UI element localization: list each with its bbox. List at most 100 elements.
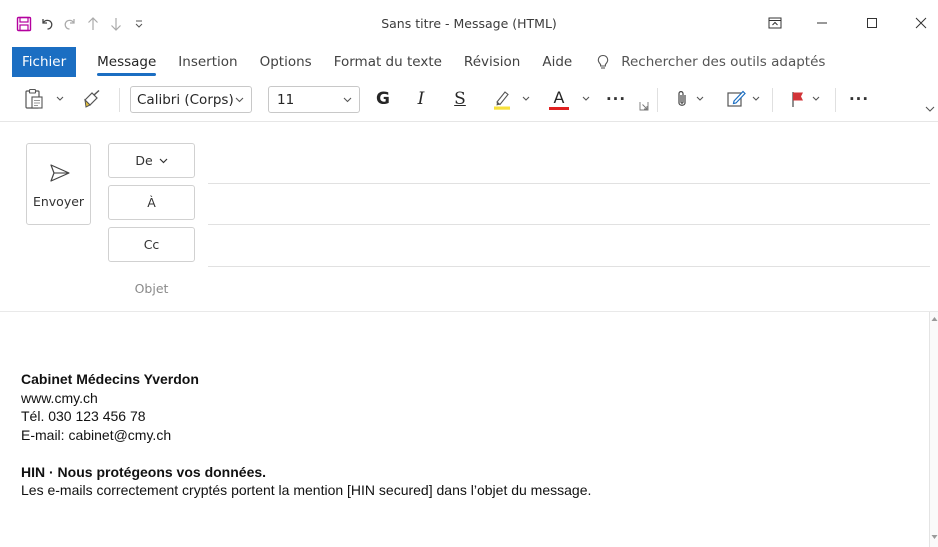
paste-dropdown[interactable] [54, 85, 66, 113]
close-icon [915, 17, 927, 29]
highlighter-icon [494, 91, 510, 110]
previous-item-button[interactable] [81, 12, 104, 36]
save-icon [16, 16, 31, 32]
customize-qat-button[interactable] [127, 12, 150, 36]
font-color-letter: A [553, 87, 565, 107]
minimize-icon [817, 22, 827, 24]
hin-text: Les e-mails correctement cryptés portent… [21, 482, 592, 498]
paperclip-icon [678, 91, 686, 106]
maximize-button[interactable] [849, 8, 895, 38]
subject-label: Objet [134, 281, 169, 296]
chevron-down-icon [696, 96, 704, 101]
tab-options[interactable]: Options [249, 46, 323, 78]
send-label: Envoyer [32, 194, 85, 209]
scroll-up-icon[interactable] [931, 316, 938, 322]
cc-button[interactable]: Cc [108, 227, 195, 262]
chevron-down-icon [522, 96, 530, 101]
to-field[interactable] [208, 224, 930, 225]
format-painter-icon [84, 89, 100, 108]
paste-button[interactable] [22, 85, 46, 113]
expand-ribbon-button[interactable] [924, 102, 936, 116]
underline-button[interactable]: S [449, 85, 471, 113]
message-body[interactable]: Cabinet Médecins Yverdon www.cmy.ch Tél.… [0, 312, 930, 547]
font-size-dropdown[interactable]: 11 [268, 86, 360, 113]
vertical-scrollbar[interactable] [929, 312, 938, 547]
follow-up-dropdown[interactable] [810, 85, 822, 113]
from-label: De [135, 153, 153, 168]
title-bar: Sans titre - Message (HTML) [0, 0, 938, 46]
font-dialog-launcher[interactable] [638, 100, 650, 112]
tab-file[interactable]: Fichier [12, 47, 77, 77]
to-button[interactable]: À [108, 185, 195, 220]
font-name-dropdown[interactable]: Calibri (Corps) [130, 86, 252, 113]
ribbon: Calibri (Corps) 11 G I S A ··· ··· [0, 78, 938, 122]
signature-email: E-mail: cabinet@cmy.ch [21, 426, 172, 443]
flag-icon [792, 92, 803, 107]
minimize-button[interactable] [799, 8, 845, 38]
tab-message[interactable]: Message [86, 46, 167, 78]
signature-spacer [21, 444, 591, 463]
maximize-icon [867, 18, 877, 28]
subject-input[interactable] [208, 272, 930, 304]
send-button[interactable]: Envoyer [26, 143, 91, 225]
highlight-button[interactable] [490, 85, 514, 113]
clipboard-icon [25, 88, 43, 109]
chevron-down-icon [925, 106, 935, 112]
lightbulb-icon [597, 54, 609, 69]
signature-block: Cabinet Médecins Yverdon www.cmy.ch Tél.… [21, 370, 591, 500]
signature-dropdown[interactable] [750, 85, 762, 113]
more-commands-button[interactable]: ··· [846, 85, 872, 113]
highlight-dropdown[interactable] [520, 85, 532, 113]
undo-icon [41, 19, 52, 30]
tab-review[interactable]: Révision [453, 46, 531, 78]
chevron-down-icon [812, 96, 820, 101]
signature-pen-icon [727, 90, 746, 107]
chevron-down-icon [343, 92, 352, 112]
font-color-dropdown[interactable] [580, 85, 592, 113]
scroll-down-icon[interactable] [931, 534, 938, 540]
attach-file-button[interactable] [672, 85, 692, 113]
signature-org-name: Cabinet Médecins Yverdon [21, 371, 199, 387]
to-label: À [147, 195, 156, 210]
follow-up-flag-button[interactable] [788, 85, 808, 113]
cc-label: Cc [143, 237, 160, 252]
tab-insert[interactable]: Insertion [167, 46, 248, 78]
cc-field[interactable] [208, 266, 930, 267]
hin-title: HIN · Nous protégeons vos données. [21, 463, 267, 480]
quick-access-toolbar [12, 12, 150, 36]
tell-me-search[interactable]: Rechercher des outils adaptés [597, 54, 825, 70]
tab-help[interactable]: Aide [531, 46, 583, 78]
search-placeholder: Rechercher des outils adaptés [621, 54, 826, 70]
font-size-value: 11 [277, 91, 295, 108]
from-button[interactable]: De [108, 143, 195, 178]
chevron-down-icon [56, 96, 64, 101]
next-item-button[interactable] [104, 12, 127, 36]
italic-button[interactable]: I [410, 85, 432, 113]
format-painter-button[interactable] [80, 85, 104, 113]
tab-format-text[interactable]: Format du texte [323, 46, 453, 78]
dialog-launcher-icon [639, 102, 649, 111]
arrow-up-icon [87, 17, 98, 30]
ribbon-display-icon [768, 17, 782, 29]
chevron-down-icon [159, 158, 168, 163]
ribbon-separator [835, 88, 836, 112]
redo-button[interactable] [58, 12, 81, 36]
signature-button[interactable] [724, 85, 748, 113]
ribbon-separator [772, 88, 773, 112]
font-color-button[interactable]: A [546, 85, 572, 113]
ribbon-separator [119, 88, 120, 112]
customize-dropdown-icon [135, 20, 142, 28]
save-button[interactable] [12, 12, 35, 36]
arrow-down-icon [110, 18, 121, 31]
bold-button[interactable]: G [372, 85, 394, 113]
ribbon-display-options-button[interactable] [752, 8, 798, 38]
more-font-options-button[interactable]: ··· [604, 85, 628, 113]
send-icon [50, 164, 70, 182]
attach-file-dropdown[interactable] [694, 85, 706, 113]
undo-button[interactable] [35, 12, 58, 36]
font-name-value: Calibri (Corps) [137, 91, 234, 108]
signature-phone: Tél. 030 123 456 78 [21, 408, 146, 424]
close-button[interactable] [898, 8, 938, 38]
font-color-swatch [549, 106, 569, 110]
signature-website: www.cmy.ch [21, 389, 98, 406]
